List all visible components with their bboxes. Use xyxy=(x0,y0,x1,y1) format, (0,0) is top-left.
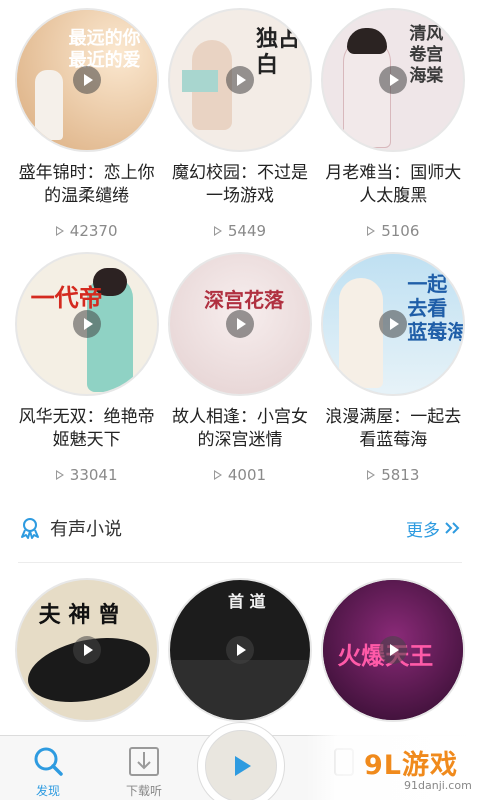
book-title[interactable]: 魔幻校园：不过是一场游戏 xyxy=(165,162,315,208)
play-count-icon xyxy=(367,226,376,236)
watermark-url: 91danji.com xyxy=(404,779,472,792)
tab-label: 下载听 xyxy=(125,784,162,798)
play-count: 42370 xyxy=(55,222,118,240)
book-cover[interactable]: 夫 神 曾 xyxy=(14,578,159,722)
book-row-2: 一代帝 风华无双：绝艳帝姬魅天下 33041 深宫花落 故人相逢：小宫女的深宫迷… xyxy=(0,252,480,484)
play-icon xyxy=(235,756,251,776)
more-link[interactable]: 更多 xyxy=(406,516,462,541)
play-count-value: 5813 xyxy=(381,466,420,484)
tab-label: 发现 xyxy=(35,784,60,798)
cover-title-text: 深宫花落 xyxy=(203,288,284,312)
cover-title-text: 首 道 xyxy=(227,592,266,611)
cover-title-text: 一代帝 xyxy=(30,283,103,312)
cover-title-text: 夫 神 曾 xyxy=(38,602,120,628)
book-cover[interactable]: 清风 卷宫 海棠 xyxy=(321,8,466,152)
play-count-icon xyxy=(213,470,222,480)
book-cover[interactable]: 火爆天王 xyxy=(321,578,466,722)
book-card[interactable]: 清风 卷宫 海棠 月老难当：国师大人太腹黑 5106 xyxy=(317,8,470,240)
play-icon[interactable] xyxy=(225,66,254,94)
book-card[interactable]: 最远的你 最近的爱 盛年锦时：恋上你的温柔缱绻 42370 xyxy=(10,8,163,240)
book-title[interactable]: 故人相逢：小宫女的深宫迷情 xyxy=(165,406,315,452)
play-icon[interactable] xyxy=(225,310,254,338)
section-divider xyxy=(18,562,462,563)
play-count: 5813 xyxy=(367,466,419,484)
book-row-1: 最远的你 最近的爱 盛年锦时：恋上你的温柔缱绻 42370 独占白 魔幻校园：不过… xyxy=(0,8,480,240)
book-cover[interactable]: 一代帝 xyxy=(14,252,159,396)
play-count: 33041 xyxy=(55,466,118,484)
book-cover[interactable]: 深宫花落 xyxy=(167,252,312,396)
book-card[interactable]: 一代帝 风华无双：绝艳帝姬魅天下 33041 xyxy=(10,252,163,484)
cover-title-text: 一起 去看 蓝莓海 xyxy=(407,272,466,344)
download-icon xyxy=(129,747,159,776)
play-count-value: 5106 xyxy=(381,222,420,240)
now-playing-cover xyxy=(205,730,277,800)
now-playing-button[interactable] xyxy=(197,722,285,800)
section-header-audio-novels: 有声小说 更多 xyxy=(0,508,480,548)
double-chevron-right-icon xyxy=(445,522,460,534)
search-icon xyxy=(34,747,63,776)
play-icon[interactable] xyxy=(72,310,101,338)
play-count-value: 33041 xyxy=(69,466,118,484)
book-title[interactable]: 月老难当：国师大人太腹黑 xyxy=(318,162,468,208)
play-count-value: 5449 xyxy=(227,222,267,240)
watermark-logo-text: 9L游戏 xyxy=(364,750,458,781)
play-count: 5449 xyxy=(213,222,267,240)
cover-title-text: 最远的你 最近的爱 xyxy=(68,28,141,71)
headphones-icon xyxy=(21,518,39,539)
book-card[interactable]: 深宫花落 故人相逢：小宫女的深宫迷情 4001 xyxy=(163,252,316,484)
play-count-value: 42370 xyxy=(69,222,118,240)
play-icon[interactable] xyxy=(72,636,101,664)
play-icon[interactable] xyxy=(225,636,254,664)
tab-downloads[interactable]: 下载听 xyxy=(96,736,192,800)
play-count-icon xyxy=(55,226,64,236)
more-label: 更多 xyxy=(406,520,440,541)
play-count-icon xyxy=(367,470,376,480)
book-title[interactable]: 盛年锦时：恋上你的温柔缱绻 xyxy=(12,162,162,208)
watermark-logo: 9L游戏 xyxy=(364,743,458,782)
book-cover[interactable]: 独占白 xyxy=(167,8,312,152)
book-title[interactable]: 浪漫满屋：一起去看蓝莓海 xyxy=(318,406,468,452)
book-cover[interactable]: 一起 去看 蓝莓海 xyxy=(321,252,466,396)
play-count-icon xyxy=(55,470,64,480)
cover-title-text: 清风 卷宫 海棠 xyxy=(409,24,444,86)
book-card[interactable]: 独占白 魔幻校园：不过是一场游戏 5449 xyxy=(163,8,316,240)
play-count-icon xyxy=(213,226,222,236)
book-card[interactable]: 一起 去看 蓝莓海 浪漫满屋：一起去看蓝莓海 5813 xyxy=(317,252,470,484)
tab-discover[interactable]: 发现 xyxy=(0,736,96,800)
play-count: 5106 xyxy=(367,222,419,240)
play-count-value: 4001 xyxy=(227,466,267,484)
play-icon[interactable] xyxy=(379,66,408,94)
book-cover[interactable]: 最远的你 最近的爱 xyxy=(14,8,159,152)
book-title[interactable]: 风华无双：绝艳帝姬魅天下 xyxy=(12,406,162,452)
section-title: 有声小说 xyxy=(50,519,122,540)
watermark: 9L游戏 91danji.com xyxy=(306,735,480,800)
play-icon[interactable] xyxy=(72,66,101,94)
cover-title-text: 独占白 xyxy=(255,26,300,78)
book-cover[interactable]: 首 道 xyxy=(167,578,312,722)
play-count: 4001 xyxy=(213,466,267,484)
